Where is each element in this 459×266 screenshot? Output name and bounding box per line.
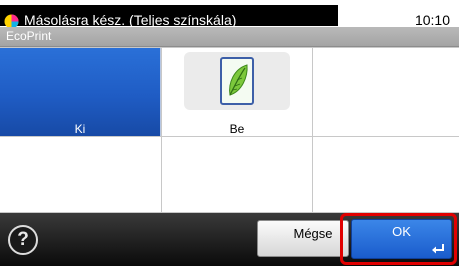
- status-bar: Másolásra kész. (Teljes színskála) 10:10: [0, 0, 459, 29]
- option-be-label: Be: [229, 122, 245, 136]
- ok-button[interactable]: OK: [351, 219, 452, 259]
- ecoprint-icon-frame: [184, 52, 290, 110]
- page-title: EcoPrint: [6, 29, 52, 43]
- help-button[interactable]: ?: [8, 225, 38, 255]
- cancel-label: Mégse: [293, 226, 333, 241]
- cancel-button[interactable]: Mégse: [257, 220, 349, 257]
- bottom-bar: ? Mégse OK: [0, 213, 459, 266]
- grid-divider: [312, 47, 313, 213]
- option-ki-button[interactable]: Ki: [0, 48, 161, 136]
- title-bar: EcoPrint: [0, 27, 459, 47]
- ok-label: OK: [392, 224, 411, 239]
- option-grid: Ki Be: [0, 47, 459, 213]
- enter-icon: [432, 244, 444, 254]
- status-message-area: Másolásra kész. (Teljes színskála): [0, 5, 338, 29]
- grid-divider: [0, 136, 459, 137]
- option-ki-label: Ki: [74, 122, 86, 136]
- option-be-button[interactable]: Be: [162, 48, 312, 136]
- leaf-icon: [220, 57, 254, 105]
- status-time-area: 10:10: [338, 5, 459, 28]
